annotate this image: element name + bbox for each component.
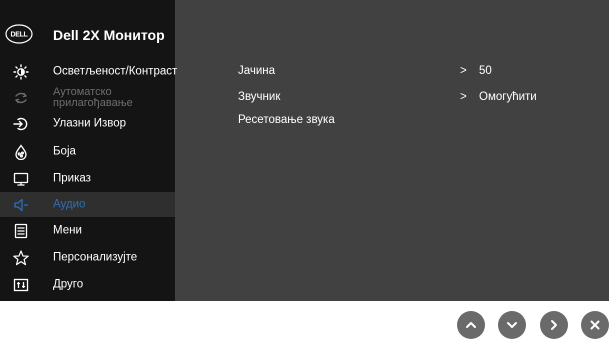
osd-title: Dell 2X Монитор [53,27,165,43]
menu-icon [13,223,29,239]
svg-text:DELL: DELL [10,32,28,39]
audio-icon [13,197,29,213]
submenu-speaker-value[interactable]: Омогућити [479,91,537,103]
osd-sidebar: DELL Dell 2X Монитор Осветљеност/Контрас… [0,0,178,301]
menu-item-menu[interactable]: Мени [0,218,175,243]
down-button[interactable] [498,311,526,339]
chevron-down-icon [507,322,517,328]
menu-item-brightness-contrast[interactable]: Осветљеност/Контраст [0,59,178,84]
menu-item-input-source[interactable]: Улазни Извор [0,111,175,136]
right-button[interactable] [540,311,568,339]
other-icon [13,277,29,293]
submenu-speaker-label[interactable]: Звучник [238,91,280,103]
menu-item-label: Персонализујте [53,251,138,263]
color-icon [13,143,29,160]
input-source-icon [13,116,29,132]
submenu-volume-arrow: > [460,65,467,77]
menu-item-label: Приказ [53,172,91,184]
osd-window: DELL Dell 2X Монитор Осветљеност/Контрас… [0,0,609,301]
menu-item-display[interactable]: Приказ [0,166,175,191]
close-button[interactable] [581,311,609,339]
menu-item-other[interactable]: Друго [0,272,175,297]
submenu-volume-value[interactable]: 50 [479,65,492,77]
menu-item-label: Боја [53,145,76,157]
chevron-up-icon [466,322,476,328]
chevron-right-icon [551,320,557,330]
osd-header: DELL Dell 2X Монитор [0,0,175,58]
menu-item-audio[interactable]: Аудио [0,192,175,217]
dell-logo: DELL [5,24,33,44]
up-button[interactable] [457,311,485,339]
menu-item-label: Осветљеност/Контраст [53,65,178,77]
brightness-icon [13,63,29,80]
menu-item-label: Мени [53,224,82,236]
submenu-volume-label[interactable]: Јачина [238,65,275,77]
menu-item-label: Улазни Извор [53,117,127,129]
menu-item-label: Аутоматско прилагођавање [53,85,133,109]
menu-item-auto-adjust: Аутоматско прилагођавање [0,84,175,111]
star-icon [13,249,29,266]
menu-item-personalize[interactable]: Персонализујте [0,245,175,270]
menu-item-label: Друго [53,278,84,290]
submenu-audio-reset-label[interactable]: Ресетовање звука [238,114,335,126]
submenu-speaker-arrow: > [460,91,467,103]
close-icon [590,320,600,330]
auto-adjust-icon [13,90,29,106]
menu-item-color[interactable]: Боја [0,139,175,164]
menu-item-label: Аудио [53,198,86,210]
display-icon [13,171,29,187]
